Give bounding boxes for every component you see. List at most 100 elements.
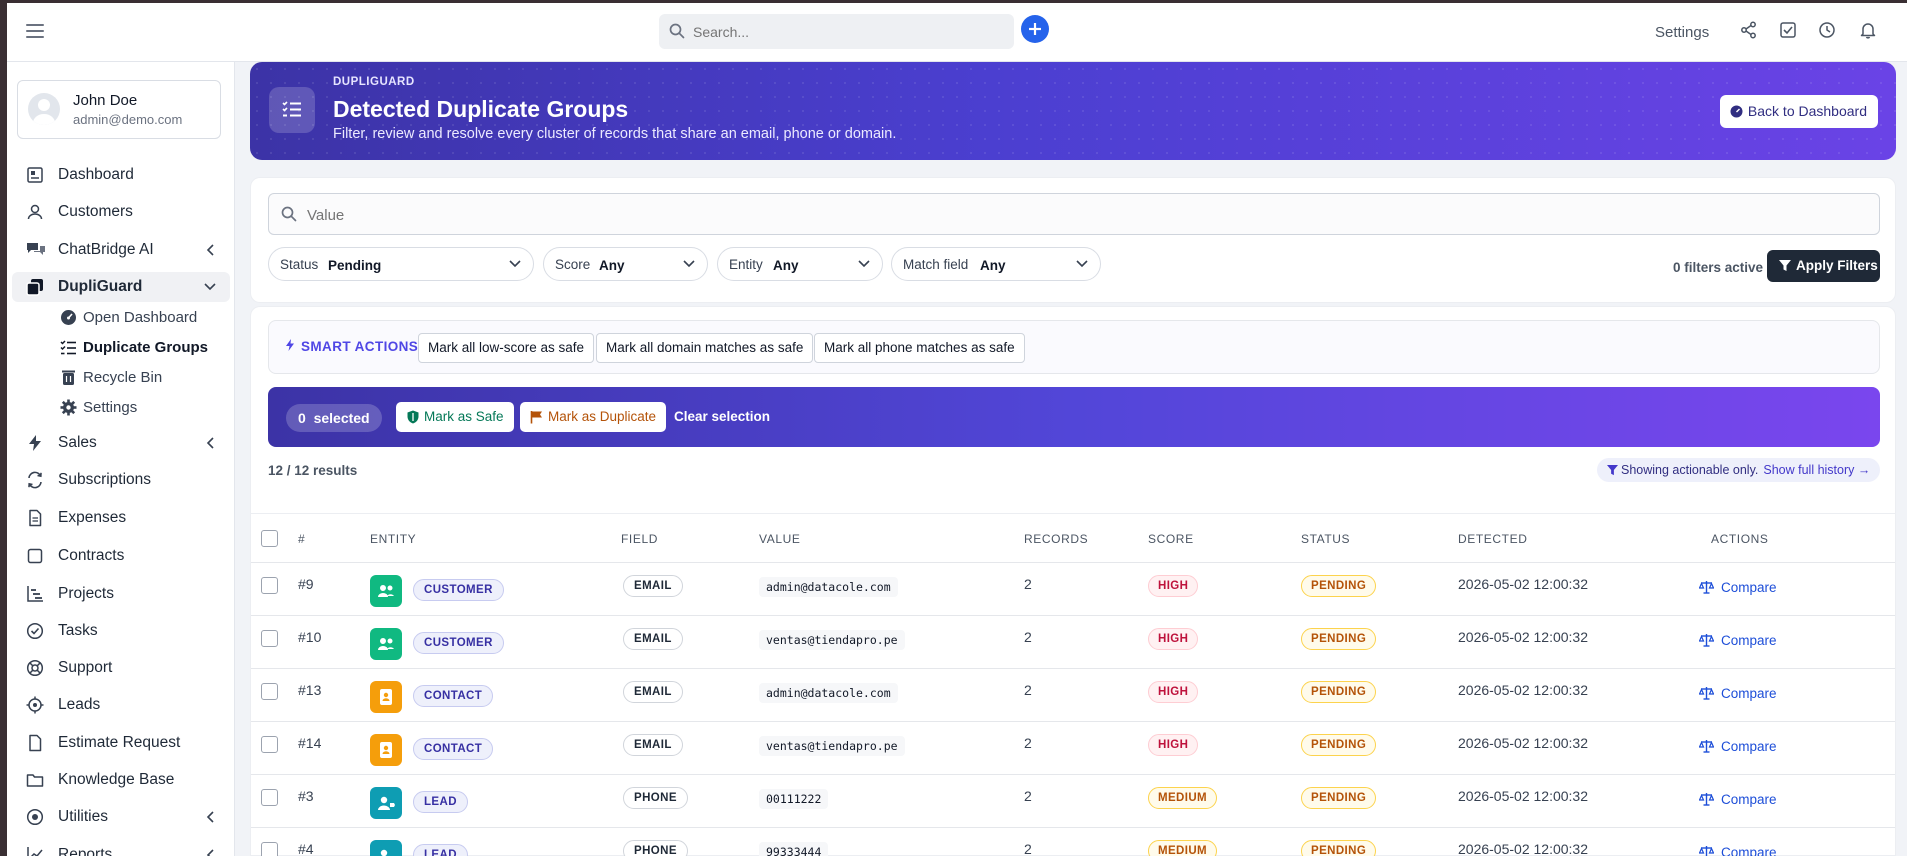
user-name: John Doe: [73, 92, 138, 109]
compare-link[interactable]: Compare: [1699, 739, 1777, 754]
status-badge: PENDING: [1301, 628, 1377, 650]
column-header-field: FIELD: [621, 532, 659, 546]
sidebar-subitem-recycle-bin[interactable]: Recycle Bin: [60, 365, 230, 391]
list-check-icon: [60, 340, 76, 355]
sidebar-item-subscriptions[interactable]: Subscriptions: [12, 465, 230, 495]
entity-filter-value: Any: [773, 258, 799, 273]
row-checkbox[interactable]: [261, 736, 278, 753]
row-checkbox[interactable]: [261, 789, 278, 806]
sidebar-item-reports[interactable]: Reports: [12, 840, 230, 856]
sidebar-item-estimate-request[interactable]: Estimate Request: [12, 728, 230, 758]
sidebar-subitem-open-dashboard[interactable]: Open Dashboard: [60, 305, 230, 331]
hamburger-menu-icon[interactable]: [26, 24, 44, 38]
group-number: #3: [298, 788, 314, 804]
bell-icon[interactable]: [1859, 21, 1877, 39]
status-badge: PENDING: [1301, 681, 1377, 703]
match-value: admin@datacole.com: [759, 683, 898, 703]
sidebar-subitem-duplicate-groups[interactable]: Duplicate Groups: [60, 335, 230, 361]
compare-label: Compare: [1721, 686, 1777, 701]
records-count: 2: [1024, 841, 1032, 856]
search-input[interactable]: [693, 14, 993, 49]
show-full-history-link[interactable]: Show full history →: [1763, 463, 1870, 477]
table-row: #4 LEAD PHONE 99333444 2 MEDIUM PENDING …: [251, 828, 1895, 856]
clear-selection-button[interactable]: Clear selection: [674, 409, 770, 424]
compare-link[interactable]: Compare: [1699, 633, 1777, 648]
table-header: # ENTITY FIELD VALUE RECORDS SCORE STATU…: [251, 513, 1895, 563]
compare-link[interactable]: Compare: [1699, 686, 1777, 701]
row-checkbox[interactable]: [261, 577, 278, 594]
mark-low-score-safe-button[interactable]: Mark all low-score as safe: [418, 333, 595, 363]
window-left-border: [0, 0, 7, 856]
field-badge: PHONE: [623, 787, 688, 809]
sidebar-item-dupliguard[interactable]: DupliGuard: [12, 272, 230, 302]
sidebar-item-tasks[interactable]: Tasks: [12, 616, 230, 646]
status-badge: PENDING: [1301, 575, 1377, 597]
scale-icon: [1699, 581, 1714, 594]
compare-link[interactable]: Compare: [1699, 580, 1777, 595]
row-checkbox[interactable]: [261, 842, 278, 856]
field-badge: EMAIL: [623, 575, 683, 597]
row-checkbox[interactable]: [261, 630, 278, 647]
clock-icon[interactable]: [1818, 21, 1836, 39]
mark-phone-matches-safe-button[interactable]: Mark all phone matches as safe: [814, 333, 1025, 363]
status-badge: PENDING: [1301, 840, 1377, 856]
row-checkbox[interactable]: [261, 683, 278, 700]
scale-icon: [1699, 687, 1714, 700]
compare-link[interactable]: Compare: [1699, 845, 1777, 856]
score-badge: MEDIUM: [1148, 787, 1218, 809]
match-field-filter-select[interactable]: Match field Any: [891, 247, 1101, 281]
share-icon[interactable]: [1740, 21, 1758, 39]
match-field-filter-label: Match field: [903, 257, 969, 272]
sidebar-item-leads[interactable]: Leads: [12, 690, 230, 720]
mark-domain-matches-safe-button[interactable]: Mark all domain matches as safe: [596, 333, 814, 363]
sidebar-item-utilities[interactable]: Utilities: [12, 802, 230, 832]
mark-as-safe-button[interactable]: Mark as Safe: [396, 402, 514, 432]
sidebar-item-knowledge-base[interactable]: Knowledge Base: [12, 765, 230, 795]
chevron-left-icon: [206, 437, 214, 449]
entity-badge: LEAD: [413, 791, 468, 813]
list-check-icon: [269, 87, 315, 133]
file-icon: [29, 734, 42, 752]
quick-create-button[interactable]: [1021, 15, 1049, 43]
sidebar-item-customers[interactable]: Customers: [12, 197, 230, 227]
value-search-input[interactable]: [307, 194, 1807, 236]
sidebar-item-dashboard[interactable]: Dashboard: [12, 160, 230, 190]
search-icon: [281, 206, 297, 222]
value-search-field[interactable]: [268, 193, 1880, 236]
sidebar-item-label: Dashboard: [58, 166, 134, 183]
mark-as-duplicate-button[interactable]: Mark as Duplicate: [520, 402, 667, 432]
showing-actionable-badge: Showing actionable only. Show full histor…: [1597, 458, 1881, 482]
dashboard-icon: [27, 167, 43, 183]
sidebar-item-projects[interactable]: Projects: [12, 579, 230, 609]
sidebar-item-label: Estimate Request: [58, 734, 181, 751]
sidebar-item-contracts[interactable]: Contracts: [12, 541, 230, 571]
mark-as-duplicate-label: Mark as Duplicate: [548, 409, 657, 424]
top-bar: Settings: [7, 3, 1907, 62]
apply-filters-button[interactable]: Apply Filters: [1767, 250, 1880, 282]
compare-label: Compare: [1721, 792, 1777, 807]
sidebar-item-label: DupliGuard: [58, 278, 143, 295]
sidebar-item-chatbridge-ai[interactable]: ChatBridge AI: [12, 235, 230, 265]
back-to-dashboard-button[interactable]: Back to Dashboard: [1719, 95, 1878, 128]
records-count: 2: [1024, 788, 1032, 804]
contract-icon: [27, 548, 43, 564]
entity-filter-select[interactable]: Entity Any: [717, 247, 883, 281]
chevron-down-icon: [204, 283, 216, 291]
user-card[interactable]: John Doe admin@demo.com: [17, 80, 221, 139]
topbar-settings-link[interactable]: Settings: [1655, 24, 1709, 41]
sidebar-item-expenses[interactable]: Expenses: [12, 503, 230, 533]
tasks-checkbox-icon[interactable]: [1779, 21, 1797, 39]
sidebar-item-label: Support: [58, 659, 113, 676]
select-all-checkbox[interactable]: [261, 530, 278, 547]
compare-link[interactable]: Compare: [1699, 792, 1777, 807]
status-filter-select[interactable]: Status Pending: [268, 247, 534, 281]
line-chart-icon: [27, 847, 43, 856]
compare-label: Compare: [1721, 633, 1777, 648]
global-search[interactable]: [659, 14, 1014, 49]
score-filter-select[interactable]: Score Any: [543, 247, 708, 281]
sidebar-item-support[interactable]: Support: [12, 653, 230, 683]
sidebar-subitem-label: Duplicate Groups: [83, 339, 209, 356]
sidebar-item-sales[interactable]: Sales: [12, 428, 230, 458]
detected-timestamp: 2026-05-02 12:00:32: [1458, 788, 1588, 804]
sidebar-subitem-settings[interactable]: Settings: [60, 395, 230, 421]
